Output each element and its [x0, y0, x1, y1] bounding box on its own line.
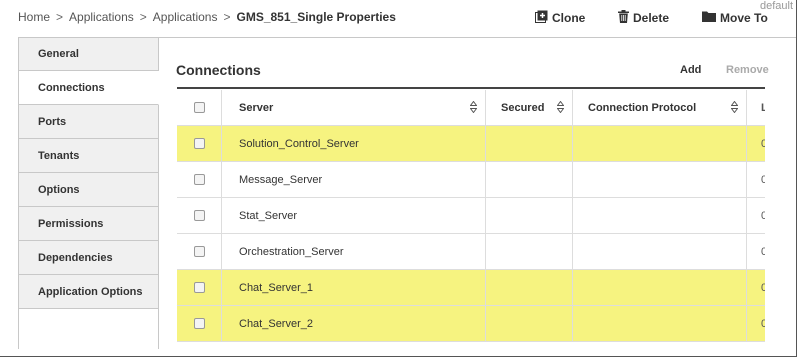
- table-row[interactable]: Chat_Server_2 0: [177, 306, 765, 342]
- sidebar-item-label: Connections: [38, 81, 105, 94]
- row-checkbox[interactable]: [193, 210, 205, 221]
- protocol-cell: [572, 162, 746, 197]
- breadcrumb: Home > Applications > Applications > GMS_851_S…: [18, 10, 396, 24]
- breadcrumb-separator: >: [56, 10, 64, 24]
- sidebar-item-label: Permissions: [38, 217, 104, 230]
- delete-label: Delete: [633, 11, 670, 25]
- sort-icon: [731, 101, 738, 113]
- delete-button[interactable]: Delete: [618, 10, 669, 26]
- clone-button[interactable]: Clone: [535, 10, 585, 26]
- column-header-label: Server: [239, 101, 274, 114]
- table-row[interactable]: Message_Server 0: [177, 162, 765, 198]
- row-checkbox-cell: [177, 162, 221, 197]
- column-header-server[interactable]: Server: [221, 90, 485, 125]
- truncated-cell: 0: [746, 234, 765, 269]
- sort-icon: [470, 101, 477, 113]
- row-checkbox[interactable]: [193, 138, 205, 149]
- protocol-cell: [572, 198, 746, 233]
- section-title: Connections: [176, 62, 261, 78]
- sidebar-item-options[interactable]: Options: [18, 173, 159, 207]
- server-cell: Stat_Server: [221, 198, 485, 233]
- protocol-cell: [572, 126, 746, 161]
- table-row[interactable]: Orchestration_Server 0: [177, 234, 765, 270]
- row-checkbox[interactable]: [193, 282, 205, 293]
- row-checkbox[interactable]: [193, 246, 205, 257]
- sidebar-item-label: General: [38, 48, 79, 60]
- sidebar-item-ports[interactable]: Ports: [18, 105, 159, 139]
- column-header-label: Secured: [501, 101, 545, 114]
- column-header-truncated[interactable]: L: [746, 90, 765, 125]
- breadcrumb-separator: >: [139, 10, 147, 24]
- truncated-cell: 0: [746, 162, 765, 197]
- row-checkbox-cell: [177, 126, 221, 161]
- breadcrumb-current: GMS_851_Single Properties: [236, 10, 396, 24]
- protocol-cell: [572, 306, 746, 341]
- sidebar-item-label: Application Options: [38, 285, 143, 298]
- truncated-cell: 0: [746, 126, 765, 161]
- column-header-label: Connection Protocol: [588, 101, 697, 114]
- table-row[interactable]: Chat_Server_1 0: [177, 270, 765, 306]
- breadcrumb-home[interactable]: Home: [18, 10, 50, 24]
- row-checkbox[interactable]: [193, 318, 205, 329]
- clone-icon: [535, 10, 552, 26]
- connections-panel: Connections Add Remove Server Secured Co…: [159, 37, 796, 356]
- sidebar-item-application-options[interactable]: Application Options: [18, 275, 159, 309]
- properties-sidebar: General Connections Ports Tenants Option…: [18, 37, 159, 349]
- secured-cell: [485, 306, 572, 341]
- sidebar-item-connections[interactable]: Connections: [18, 71, 159, 105]
- secured-cell: [485, 162, 572, 197]
- sidebar-item-label: Dependencies: [38, 251, 113, 264]
- truncated-cell: 0: [746, 306, 765, 341]
- sidebar-item-tenants[interactable]: Tenants: [18, 139, 159, 173]
- connections-table: Server Secured Connection Protocol L Sol…: [177, 90, 765, 342]
- move-to-button[interactable]: Move To: [702, 10, 768, 25]
- secured-cell: [485, 126, 572, 161]
- breadcrumb-applications[interactable]: Applications: [69, 10, 134, 24]
- server-cell: Orchestration_Server: [221, 234, 485, 269]
- section-divider: [177, 87, 765, 89]
- move-to-label: Move To: [720, 10, 768, 25]
- sidebar-item-dependencies[interactable]: Dependencies: [18, 241, 159, 275]
- row-checkbox-cell: [177, 234, 221, 269]
- breadcrumb-separator: >: [223, 10, 231, 24]
- sidebar-item-permissions[interactable]: Permissions: [18, 207, 159, 241]
- server-cell: Chat_Server_1: [221, 270, 485, 305]
- table-row[interactable]: Solution_Control_Server 0: [177, 126, 765, 162]
- row-checkbox-cell: [177, 306, 221, 341]
- truncated-cell: 0: [746, 270, 765, 305]
- breadcrumb-applications-folder[interactable]: Applications: [153, 10, 218, 24]
- sidebar-item-label: Options: [38, 183, 80, 196]
- secured-cell: [485, 234, 572, 269]
- row-checkbox-cell: [177, 198, 221, 233]
- clone-label: Clone: [552, 11, 586, 25]
- column-header-protocol[interactable]: Connection Protocol: [572, 90, 746, 125]
- column-header-secured[interactable]: Secured: [485, 90, 572, 125]
- add-button[interactable]: Add: [680, 64, 701, 76]
- protocol-cell: [572, 270, 746, 305]
- truncated-cell: 0: [746, 198, 765, 233]
- table-header-row: Server Secured Connection Protocol L: [177, 90, 765, 126]
- row-checkbox-cell: [177, 270, 221, 305]
- server-cell: Solution_Control_Server: [221, 126, 485, 161]
- sidebar-item-label: Tenants: [38, 149, 80, 162]
- trash-icon: [618, 10, 633, 26]
- row-checkbox[interactable]: [193, 174, 205, 185]
- sidebar-item-label: Ports: [38, 115, 67, 128]
- sidebar-item-general[interactable]: General: [18, 37, 159, 71]
- remove-button[interactable]: Remove: [726, 64, 769, 76]
- protocol-cell: [572, 234, 746, 269]
- folder-icon: [702, 10, 720, 25]
- properties-window: Home > Applications > Applications > GMS_851_S…: [0, 0, 797, 357]
- select-all-checkbox[interactable]: [193, 102, 205, 113]
- server-cell: Chat_Server_2: [221, 306, 485, 341]
- secured-cell: [485, 270, 572, 305]
- select-all-cell: [177, 90, 221, 125]
- secured-cell: [485, 198, 572, 233]
- sidebar-filler: [18, 309, 159, 349]
- sort-icon: [557, 101, 564, 113]
- server-cell: Message_Server: [221, 162, 485, 197]
- table-row[interactable]: Stat_Server 0: [177, 198, 765, 234]
